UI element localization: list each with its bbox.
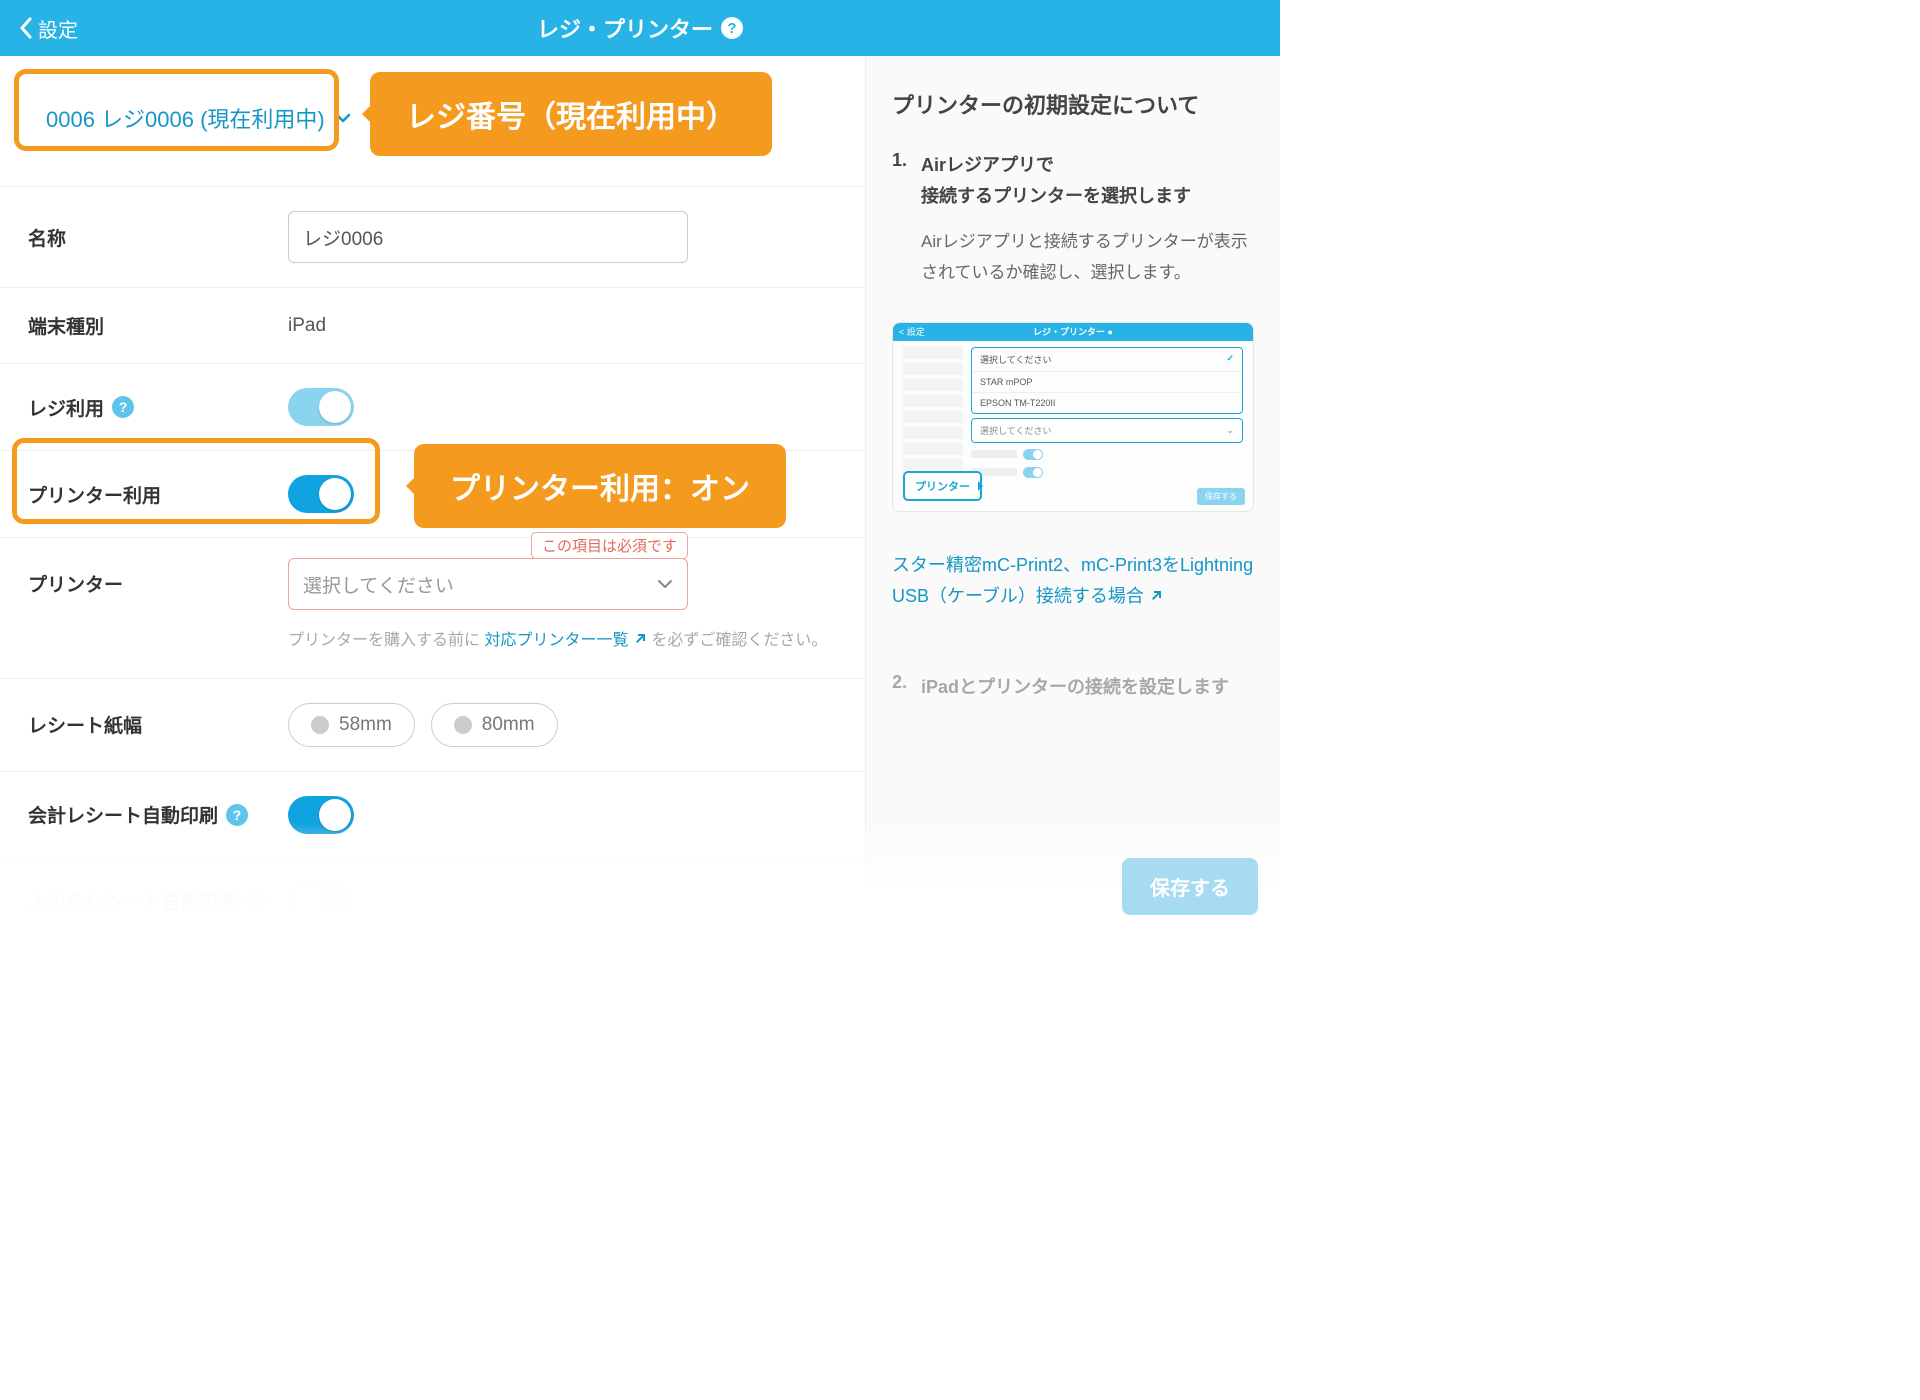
back-label: 設定 xyxy=(38,14,78,43)
side-panel: プリンターの初期設定について 1. Airレジアプリで 接続するプリンターを選択… xyxy=(865,56,1280,933)
register-selector[interactable]: 0006 レジ0006 (現在利用中) xyxy=(20,80,377,156)
auto-print-toggle[interactable] xyxy=(288,796,354,834)
printer-use-toggle[interactable] xyxy=(288,475,354,513)
back-button[interactable]: 設定 xyxy=(0,14,78,43)
thumbnail-callout: プリンター xyxy=(903,471,982,501)
register-selector-value: 0006 レジ0006 (現在利用中) xyxy=(46,102,325,134)
chevron-left-icon xyxy=(18,17,32,39)
instruction-thumbnail: < 設定 レジ・プリンター ● 選択してください✓ STAR mPOP EPSO… xyxy=(892,322,1254,512)
printer-label: プリンター xyxy=(28,570,123,597)
help-icon[interactable]: ? xyxy=(245,891,267,913)
setup-step-1: 1. Airレジアプリで 接続するプリンターを選択します Airレジアプリと接続… xyxy=(892,150,1254,288)
step-number: 2. xyxy=(892,672,907,703)
printer-use-label: プリンター利用 xyxy=(28,481,161,508)
help-icon[interactable]: ? xyxy=(226,804,248,826)
step-number: 1. xyxy=(892,150,907,288)
printer-select[interactable]: 選択してください xyxy=(288,558,688,610)
setup-step-2: 2. iPadとプリンターの接続を設定します xyxy=(892,672,1254,703)
step-heading: iPadとプリンターの接続を設定します xyxy=(921,672,1229,703)
printer-hint-prefix: プリンターを購入する前に xyxy=(288,632,484,649)
row-name: 名称 xyxy=(0,186,865,287)
name-input[interactable] xyxy=(288,211,688,263)
register-use-toggle[interactable] xyxy=(288,388,354,426)
required-message: この項目は必須です xyxy=(531,532,688,559)
side-help-link[interactable]: スター精密mC-Print2、mC-Print3をLightning USB（ケ… xyxy=(892,550,1254,611)
printer-hint: プリンターを購入する前に 対応プリンター一覧 を必ずご確認ください。 xyxy=(288,628,837,654)
paper-58mm-option[interactable]: 58mm xyxy=(288,703,415,747)
supported-printers-link[interactable]: 対応プリンター一覧 xyxy=(484,632,646,649)
chevron-down-icon xyxy=(657,576,673,592)
row-printer: プリンター この項目は必須です 選択してください プリンターを購入する前に 対応… xyxy=(0,537,865,678)
register-use-label: レジ利用 xyxy=(28,394,104,421)
row-device: 端末種別 iPad xyxy=(0,287,865,363)
page-title: レジ・プリンター ? xyxy=(537,12,743,44)
step-heading: Airレジアプリで 接続するプリンターを選択します xyxy=(921,150,1254,211)
row-cash-print: 入出金レシート自動印刷 ? xyxy=(0,858,865,933)
app-header: 設定 レジ・プリンター ? xyxy=(0,0,1280,56)
step-body: Airレジアプリと接続するプリンターが表示されているか確認し、選択します。 xyxy=(921,227,1254,288)
device-label: 端末種別 xyxy=(28,312,288,339)
name-label: 名称 xyxy=(28,224,288,251)
paper-80mm-option[interactable]: 80mm xyxy=(431,703,558,747)
annotation-label-register: レジ番号（現在利用中） xyxy=(370,72,772,156)
cash-print-label: 入出金レシート自動印刷 xyxy=(28,888,237,915)
row-auto-print: 会計レシート自動印刷 ? xyxy=(0,771,865,858)
annotation-label-printer-use: プリンター利用：オン xyxy=(414,444,786,528)
help-icon[interactable]: ? xyxy=(721,17,743,39)
printer-hint-suffix: を必ずご確認ください。 xyxy=(647,632,827,649)
page-title-text: レジ・プリンター xyxy=(537,12,713,44)
side-title: プリンターの初期設定について xyxy=(892,88,1254,120)
row-paper-width: レシート紙幅 58mm 80mm xyxy=(0,678,865,771)
help-icon[interactable]: ? xyxy=(112,396,134,418)
device-value: iPad xyxy=(288,315,837,337)
printer-select-placeholder: 選択してください xyxy=(303,571,454,598)
row-register-use: レジ利用 ? xyxy=(0,363,865,450)
external-link-icon xyxy=(633,629,647,643)
paper-width-label: レシート紙幅 xyxy=(28,711,288,738)
external-link-icon xyxy=(1149,582,1163,596)
radio-icon xyxy=(454,716,472,734)
save-button[interactable]: 保存する xyxy=(1122,858,1258,915)
radio-icon xyxy=(311,716,329,734)
cash-print-toggle[interactable] xyxy=(288,883,354,921)
auto-print-label: 会計レシート自動印刷 xyxy=(28,801,218,828)
